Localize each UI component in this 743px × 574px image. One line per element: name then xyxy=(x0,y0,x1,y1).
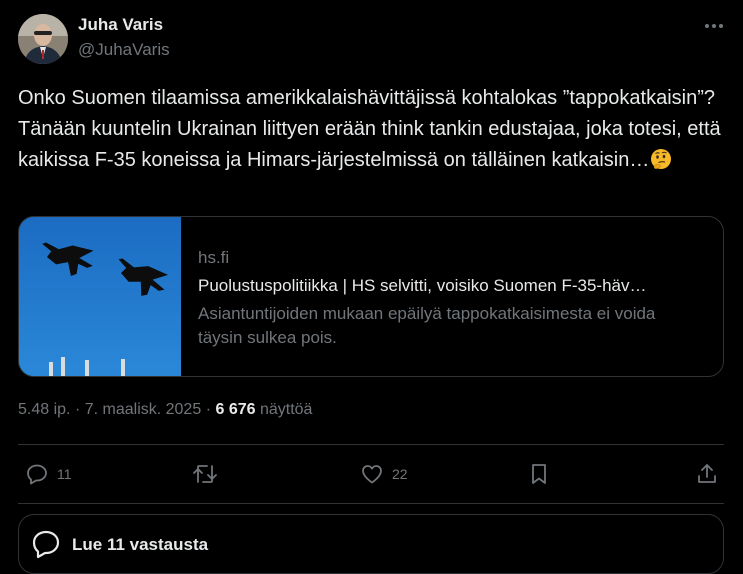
card-title[interactable]: Puolustuspolitiikka | HS selvitti, voisi… xyxy=(198,276,708,296)
avatar[interactable] xyxy=(18,14,68,64)
read-replies-label: Lue 11 vastausta xyxy=(72,535,209,554)
card-image xyxy=(19,217,181,376)
card-description: Asiantuntijoiden mukaan epäilyä tappokat… xyxy=(198,304,656,347)
reply-count: 11 xyxy=(57,466,72,482)
reply-button[interactable]: 11 xyxy=(25,461,72,487)
heart-icon xyxy=(360,462,384,486)
read-replies-button[interactable]: Lue 11 vastausta xyxy=(18,514,724,574)
author-name[interactable]: Juha Varis xyxy=(78,15,163,35)
tweet-date[interactable]: 7. maalisk. 2025 xyxy=(85,401,202,418)
tweet-text: Onko Suomen tilaamissa amerikkalaishävit… xyxy=(18,83,723,176)
meta-separator: · xyxy=(74,401,85,418)
divider xyxy=(18,444,724,445)
tweet-time[interactable]: 5.48 ip. xyxy=(18,401,70,418)
bookmark-icon xyxy=(528,462,550,486)
divider xyxy=(18,503,724,504)
share-button[interactable] xyxy=(695,461,719,487)
more-options-icon[interactable] xyxy=(702,18,726,34)
share-icon xyxy=(695,462,719,486)
tweet-text-body: Onko Suomen tilaamissa amerikkalaishävit… xyxy=(18,87,721,171)
avatar-image xyxy=(18,14,68,64)
card-domain: hs.fi xyxy=(198,248,230,267)
reply-icon xyxy=(25,462,49,486)
thinking-face-icon xyxy=(650,148,672,170)
repost-button[interactable] xyxy=(192,461,226,487)
reply-bubble-icon xyxy=(31,529,61,559)
bookmark-button[interactable] xyxy=(528,461,550,487)
views-count: 6 676 xyxy=(215,401,256,418)
like-button[interactable]: 22 xyxy=(360,461,408,487)
meta-separator: · xyxy=(205,401,216,418)
like-count: 22 xyxy=(392,466,408,482)
author-handle[interactable]: @JuhaVaris xyxy=(78,40,170,60)
link-card[interactable]: hs.fi Puolustuspolitiikka | HS selvitti,… xyxy=(18,216,724,377)
tweet-meta: 5.48 ip. · 7. maalisk. 2025 · 6 676 näyt… xyxy=(18,401,312,419)
views-label: näyttöä xyxy=(259,401,313,418)
repost-icon xyxy=(192,462,218,486)
